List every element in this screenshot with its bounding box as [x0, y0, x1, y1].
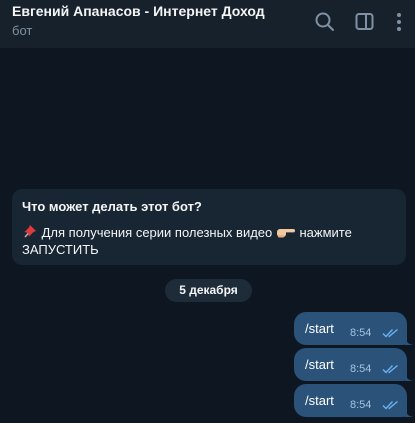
- message-text: /start: [305, 321, 334, 336]
- chat-subtitle: бот: [12, 23, 33, 38]
- sidebar-toggle-icon: [355, 13, 374, 30]
- message-text: /start: [305, 357, 334, 372]
- sidebar-toggle-button[interactable]: [352, 9, 378, 35]
- search-icon: [315, 12, 334, 31]
- bot-intro-title: Что может делать этот бот?: [22, 199, 202, 214]
- double-check-icon: [382, 364, 398, 374]
- pushpin-icon: [24, 225, 36, 238]
- bot-intro-line1-suffix: нажмите: [299, 225, 352, 240]
- message-time: 8:54: [350, 399, 372, 411]
- search-button[interactable]: [312, 9, 338, 35]
- bubble-tail: [405, 371, 413, 381]
- more-vertical-icon: [397, 13, 401, 31]
- outgoing-message[interactable]: /start 8:54: [294, 312, 413, 345]
- outgoing-message[interactable]: /start 8:54: [294, 384, 413, 417]
- bot-intro-text: Для получения серии полезных видео нажми…: [22, 223, 392, 258]
- pointing-hand-icon: [276, 229, 295, 238]
- message-time: 8:54: [350, 327, 372, 339]
- bubble-tail: [405, 335, 413, 345]
- bot-intro-line1: Для получения серии полезных видео: [41, 225, 273, 240]
- bubble-tail: [405, 407, 413, 417]
- outgoing-message[interactable]: /start 8:54: [294, 348, 413, 381]
- chat-header: Евгений Апанасов - Интернет Доход бот: [0, 0, 415, 48]
- bot-intro-line2: ЗАПУСТИТЬ: [22, 242, 99, 257]
- message-text: /start: [305, 393, 334, 408]
- double-check-icon: [382, 328, 398, 338]
- date-separator: 5 декабря: [165, 279, 252, 302]
- message-time: 8:54: [350, 363, 372, 375]
- more-button[interactable]: [386, 9, 412, 35]
- bot-intro-card: Что может делать этот бот? Для получения…: [12, 189, 406, 265]
- chat-title[interactable]: Евгений Апанасов - Интернет Доход: [12, 3, 265, 19]
- double-check-icon: [382, 400, 398, 410]
